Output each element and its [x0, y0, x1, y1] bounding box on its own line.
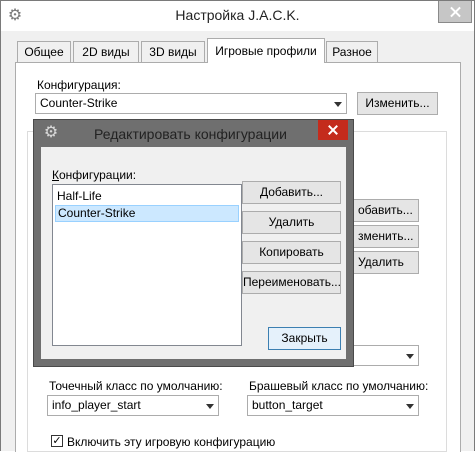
window-title: Настройка J.A.C.K. — [175, 7, 300, 23]
gear-icon[interactable]: ⚙ — [42, 124, 60, 142]
dialog-close-button[interactable]: Закрыть — [268, 327, 341, 350]
dialog-add-button[interactable]: Добавить... — [242, 181, 341, 204]
dialog-rename-button[interactable]: Переименовать... — [242, 271, 341, 294]
enable-config-checkbox[interactable]: ✓ — [51, 435, 63, 447]
chevron-down-icon — [406, 354, 414, 359]
configs-list-label: Конфигурации: — [52, 168, 137, 182]
tab-3d-views[interactable]: 3D виды — [141, 41, 205, 62]
point-class-label: Точечный класс по умолчанию: — [49, 379, 223, 393]
title-bar: ⚙ Настройка J.A.C.K. — [1, 1, 474, 31]
dialog-copy-button[interactable]: Копировать — [242, 241, 341, 264]
close-icon[interactable] — [318, 120, 348, 140]
point-class-select[interactable]: info_player_start — [47, 395, 219, 416]
enable-config-label: Включить эту игровую конфигурацию — [67, 435, 276, 449]
chevron-down-icon — [206, 404, 214, 409]
dialog-body: Конфигурации: Half-Life Counter-Strike Д… — [41, 147, 346, 359]
configs-listbox[interactable]: Half-Life Counter-Strike — [52, 184, 242, 346]
config-edit-button[interactable]: Изменить... — [357, 92, 438, 115]
brush-class-value: button_target — [252, 398, 323, 412]
config-select[interactable]: Counter-Strike — [35, 93, 347, 114]
tab-misc[interactable]: Разное — [326, 41, 378, 62]
config-label: Конфигурация: — [37, 78, 121, 92]
brush-class-label: Брашевый класс по умолчанию: — [249, 379, 429, 393]
close-icon[interactable] — [438, 1, 472, 23]
tab-2d-views[interactable]: 2D виды — [73, 41, 139, 62]
chevron-down-icon — [334, 102, 342, 107]
config-selected-value: Counter-Strike — [40, 96, 118, 110]
brush-class-select[interactable]: button_target — [247, 395, 419, 416]
chevron-down-icon — [406, 404, 414, 409]
dialog-delete-button[interactable]: Удалить — [242, 211, 341, 234]
edit-configs-dialog: ⚙ Редактировать конфигурации Конфигураци… — [33, 119, 354, 367]
dialog-title-bar: ⚙ Редактировать конфигурации — [34, 120, 353, 147]
dialog-title: Редактировать конфигурации — [94, 126, 287, 142]
tab-game-profiles[interactable]: Игровые профили — [207, 38, 325, 63]
point-class-value: info_player_start — [52, 398, 141, 412]
list-item-selected[interactable]: Counter-Strike — [55, 205, 239, 222]
list-item[interactable]: Half-Life — [55, 188, 239, 205]
tab-general[interactable]: Общее — [17, 41, 71, 62]
